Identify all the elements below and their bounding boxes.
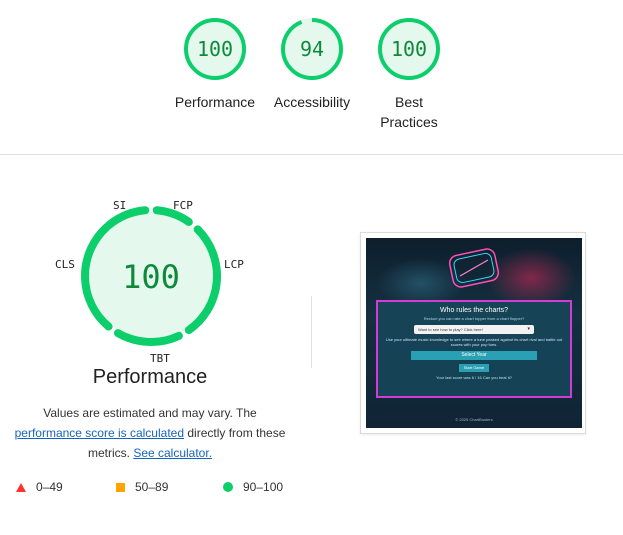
legend-average-label: 50–89 bbox=[135, 480, 169, 494]
accessibility-label: Accessibility bbox=[273, 94, 351, 110]
final-screenshot[interactable]: Who rules the charts? Reckon you can rat… bbox=[360, 232, 586, 434]
best-practices-label-line2: Practices bbox=[380, 114, 438, 130]
metric-label-lcp: LCP bbox=[224, 258, 244, 271]
circle-icon bbox=[223, 482, 233, 492]
screenshot-select: Want to see how to play? Click here! bbox=[414, 325, 534, 334]
description-text-1: Values are estimated and may vary. The bbox=[43, 406, 257, 420]
vertical-separator bbox=[311, 296, 312, 368]
performance-big-score: 100 bbox=[122, 258, 180, 296]
screenshot-last-score: Your last score was 6 / 16 Can you beat … bbox=[436, 375, 512, 380]
performance-score-link[interactable]: performance score is calculated bbox=[15, 426, 184, 440]
chartbusters-logo-icon bbox=[448, 248, 500, 288]
performance-description: Values are estimated and may vary. The p… bbox=[8, 403, 292, 463]
performance-gauge-ring: 100 bbox=[184, 18, 246, 80]
screenshot-heading: Who rules the charts? bbox=[439, 307, 509, 314]
accessibility-gauge-ring: 94 bbox=[281, 18, 343, 80]
performance-label: Performance bbox=[174, 94, 256, 110]
legend-pass-label: 90–100 bbox=[243, 480, 284, 494]
performance-gauge[interactable]: 100 Performance bbox=[160, 16, 270, 112]
screenshot-subheading: Reckon you can rate a chart topper from … bbox=[423, 316, 525, 321]
metric-label-tbt: TBT bbox=[150, 352, 170, 365]
category-gauges: 100 Performance 94 Accessibility 100 Bes… bbox=[0, 0, 623, 155]
best-practices-label: Best Practices bbox=[354, 92, 464, 132]
performance-title: Performance bbox=[92, 366, 208, 388]
screenshot-footer: © 2025 ChartBusters bbox=[455, 417, 493, 422]
legend-fail-label: 0–49 bbox=[36, 480, 63, 494]
metric-label-cls: CLS bbox=[55, 258, 75, 271]
screenshot-select-year-button: Select Year bbox=[411, 351, 537, 360]
performance-score: 100 bbox=[197, 37, 233, 61]
best-practices-score: 100 bbox=[391, 37, 427, 61]
accessibility-score: 94 bbox=[300, 37, 324, 61]
legend-average: 50–89 bbox=[116, 480, 168, 494]
screenshot-start-button: Start Game bbox=[459, 364, 489, 372]
best-practices-gauge[interactable]: 100 Best Practices bbox=[354, 16, 464, 132]
legend-pass: 90–100 bbox=[223, 480, 283, 494]
screenshot-thumbnail: Who rules the charts? Reckon you can rat… bbox=[366, 238, 582, 428]
triangle-icon bbox=[16, 482, 26, 492]
best-practices-label-line1: Best bbox=[394, 94, 423, 110]
section-divider bbox=[0, 154, 623, 155]
accessibility-gauge[interactable]: 94 Accessibility bbox=[257, 16, 367, 112]
see-calculator-link[interactable]: See calculator. bbox=[133, 446, 212, 460]
metric-label-fcp: FCP bbox=[173, 199, 193, 212]
screenshot-body: Use your ultimate music knowledge to see… bbox=[385, 337, 563, 347]
screenshot-game-panel: Who rules the charts? Reckon you can rat… bbox=[376, 300, 572, 398]
square-icon bbox=[116, 482, 125, 492]
legend-fail: 0–49 bbox=[16, 480, 63, 494]
best-practices-gauge-ring: 100 bbox=[378, 18, 440, 80]
metric-label-si: SI bbox=[113, 199, 127, 212]
